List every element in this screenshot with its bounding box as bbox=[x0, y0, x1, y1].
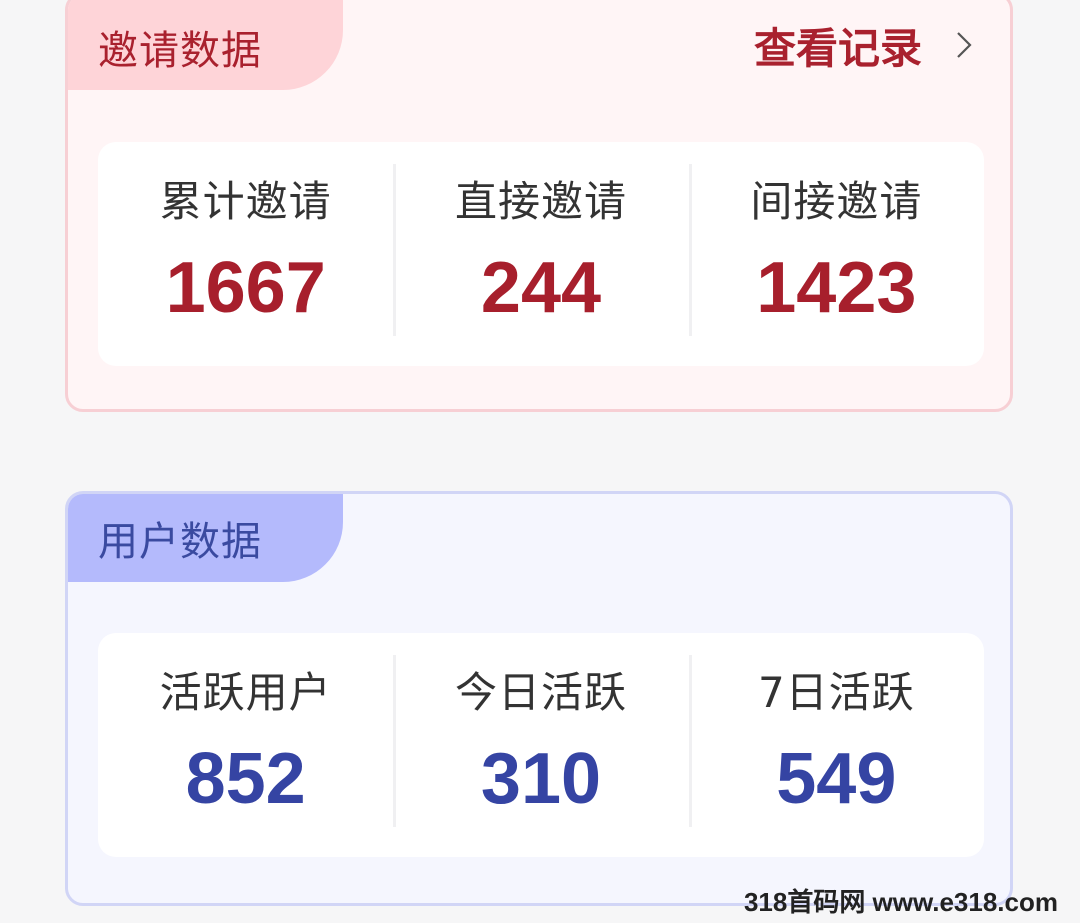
stat-value: 549 bbox=[776, 739, 897, 819]
view-records-link[interactable]: 查看记录 bbox=[754, 13, 976, 77]
stat-indirect-invites: 间接邀请 1423 bbox=[688, 142, 984, 366]
stat-value: 1423 bbox=[756, 248, 917, 328]
stat-today-active: 今日活跃 310 bbox=[393, 633, 688, 857]
stat-total-invites: 累计邀请 1667 bbox=[98, 142, 393, 366]
stat-7day-active: 7日活跃 549 bbox=[688, 633, 984, 857]
invite-data-title: 邀请数据 bbox=[68, 0, 343, 90]
user-data-card: 用户数据 活跃用户 852 今日活跃 310 7日活跃 549 bbox=[65, 491, 1013, 906]
view-records-label: 查看记录 bbox=[753, 23, 922, 73]
stat-value: 1667 bbox=[165, 248, 326, 328]
stat-label: 今日活跃 bbox=[454, 668, 627, 717]
stat-label: 7日活跃 bbox=[757, 668, 915, 717]
stat-value: 310 bbox=[480, 739, 602, 819]
chevron-right-icon bbox=[957, 32, 972, 58]
stat-active-users: 活跃用户 852 bbox=[98, 633, 393, 857]
invite-stats-panel: 累计邀请 1667 直接邀请 244 间接邀请 1423 bbox=[98, 142, 984, 366]
watermark: 318首码网 www.e318.com bbox=[743, 887, 1058, 917]
user-data-title: 用户数据 bbox=[68, 494, 343, 582]
stat-direct-invites: 直接邀请 244 bbox=[393, 142, 688, 366]
stat-label: 活跃用户 bbox=[159, 668, 332, 717]
invite-data-card: 邀请数据 查看记录 累计邀请 1667 直接邀请 244 间接邀请 1423 bbox=[65, 0, 1013, 412]
stat-label: 直接邀请 bbox=[454, 177, 627, 226]
stat-label: 间接邀请 bbox=[750, 177, 923, 226]
stat-label: 累计邀请 bbox=[159, 177, 332, 226]
stat-value: 244 bbox=[480, 248, 602, 328]
user-stats-panel: 活跃用户 852 今日活跃 310 7日活跃 549 bbox=[98, 633, 984, 857]
stat-value: 852 bbox=[185, 739, 306, 819]
